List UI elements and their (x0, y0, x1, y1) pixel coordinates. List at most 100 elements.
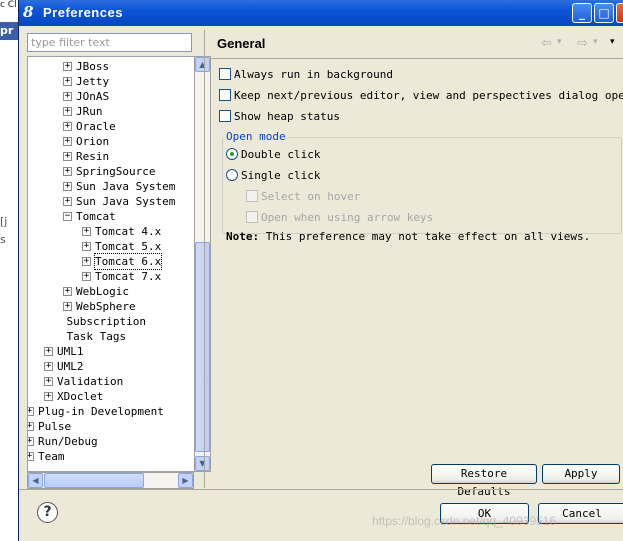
show-heap-status-checkbox[interactable] (219, 110, 231, 122)
scroll-right-button[interactable]: ▶ (178, 473, 193, 488)
tree-item[interactable]: + Run/Debug (28, 434, 194, 449)
chevron-down-icon[interactable]: ▾ (593, 37, 598, 47)
tree-item-label: Tomcat 6.x (93, 253, 163, 270)
tree-item[interactable]: + XDoclet (28, 389, 194, 404)
radio-selected-dot (230, 152, 234, 156)
tree-item[interactable]: + UML1 (28, 344, 194, 359)
expand-icon[interactable]: + (28, 452, 34, 461)
tree-item[interactable]: + UML2 (28, 359, 194, 374)
collapse-icon[interactable]: − (63, 212, 72, 221)
tree-item-label: WebSphere (76, 300, 136, 313)
close-button[interactable] (616, 3, 623, 23)
tree-item-label: JRun (76, 105, 103, 118)
tree-item[interactable]: + WebSphere (28, 299, 194, 314)
expand-icon[interactable]: + (82, 272, 91, 281)
expand-icon[interactable]: + (63, 107, 72, 116)
tree-item[interactable]: Subscription (28, 314, 194, 329)
expand-icon[interactable]: + (63, 62, 72, 71)
expand-icon[interactable]: + (63, 122, 72, 131)
tree-vertical-scrollbar[interactable]: ▲ ▼ (194, 56, 211, 472)
keep-dialog-open-checkbox[interactable] (219, 89, 231, 101)
single-click-radio[interactable] (226, 169, 238, 181)
expand-icon[interactable]: + (63, 77, 72, 86)
tree-item[interactable]: + Plug-in Development (28, 404, 194, 419)
scroll-up-button[interactable]: ▲ (195, 57, 210, 72)
expand-icon[interactable]: + (63, 137, 72, 146)
view-menu-icon[interactable]: ▾ (610, 37, 615, 47)
tree-item[interactable]: + JBoss (28, 59, 194, 74)
scroll-down-button[interactable]: ▼ (195, 456, 210, 471)
scroll-thumb[interactable] (195, 242, 210, 452)
expand-icon[interactable]: + (63, 302, 72, 311)
tree-item-label: UML2 (57, 360, 84, 373)
expand-icon[interactable]: + (63, 167, 72, 176)
open-arrow-keys-label: Open when using arrow keys (261, 211, 434, 224)
scroll-left-button[interactable]: ◀ (28, 473, 43, 488)
apply-button[interactable]: Apply (542, 464, 620, 484)
expand-icon[interactable]: + (28, 407, 34, 416)
tree-item[interactable]: Task Tags (28, 329, 194, 344)
tree-item[interactable]: + Sun Java System (28, 194, 194, 209)
tree-item-label: SpringSource (76, 165, 156, 178)
maximize-button[interactable]: □ (594, 3, 614, 23)
tree-item[interactable]: + Jetty (28, 74, 194, 89)
expand-icon[interactable]: + (63, 152, 72, 161)
expand-icon[interactable]: + (82, 227, 91, 236)
tree-item[interactable]: + Resin (28, 149, 194, 164)
expand-icon[interactable]: + (44, 377, 53, 386)
tree-item[interactable]: + JRun (28, 104, 194, 119)
always-run-background-checkbox[interactable] (219, 68, 231, 80)
tree-item[interactable]: + SpringSource (28, 164, 194, 179)
background-text: [j (0, 215, 8, 228)
tree-item[interactable]: + Validation (28, 374, 194, 389)
tree-item[interactable]: + JOnAS (28, 89, 194, 104)
filter-input[interactable]: type filter text (27, 33, 192, 52)
open-arrow-keys-checkbox[interactable] (246, 211, 258, 223)
expand-icon[interactable]: + (63, 92, 72, 101)
expand-icon[interactable]: + (44, 347, 53, 356)
tree-item[interactable]: + Tomcat 6.x (28, 253, 194, 270)
footer-divider (19, 489, 623, 490)
minimize-button[interactable]: _ (572, 3, 592, 23)
tree-item[interactable]: − Tomcat (28, 209, 194, 224)
expand-icon[interactable]: + (44, 362, 53, 371)
expand-icon[interactable]: + (63, 182, 72, 191)
tree-item-label: JOnAS (76, 90, 110, 103)
tree-horizontal-scrollbar[interactable]: ◀ ▶ (27, 472, 194, 489)
select-on-hover-checkbox[interactable] (246, 190, 258, 202)
double-click-radio[interactable] (226, 148, 238, 160)
single-click-label: Single click (241, 169, 321, 182)
tree-item[interactable]: + Tomcat 4.x (28, 224, 194, 239)
chevron-down-icon[interactable]: ▾ (557, 37, 562, 47)
tree-item-label: UML1 (57, 345, 84, 358)
expand-icon[interactable]: + (82, 257, 91, 266)
help-icon[interactable]: ? (37, 502, 58, 523)
tree-item-label: Sun Java System (76, 195, 176, 208)
tree-item[interactable]: + Tomcat 5.x (28, 239, 194, 254)
expand-icon[interactable]: + (82, 242, 91, 251)
back-icon[interactable]: ⇦ (541, 36, 552, 51)
tree-item[interactable]: + Oracle (28, 119, 194, 134)
tree-item[interactable]: + Team (28, 449, 194, 464)
tree-item[interactable]: + Sun Java System (28, 179, 194, 194)
preferences-dialog: 8 Preferences _ □ type filter text + JBos… (18, 0, 623, 541)
preferences-tree[interactable]: + JBoss + Jetty + JOnAS + JRun + Oracle + Orion + Res… (27, 56, 194, 472)
tree-item[interactable]: + Pulse (28, 419, 194, 434)
title-bar[interactable]: 8 Preferences _ □ (19, 0, 623, 26)
tree-item[interactable]: + Orion (28, 134, 194, 149)
select-on-hover-label: Select on hover (261, 190, 361, 203)
scroll-thumb[interactable] (44, 473, 144, 488)
forward-icon[interactable]: ⇨ (577, 36, 588, 51)
tree-item-label: Resin (76, 150, 110, 163)
expand-icon[interactable]: + (28, 437, 34, 446)
restore-defaults-button[interactable]: Restore Defaults (431, 464, 537, 498)
expand-icon[interactable]: + (63, 197, 72, 206)
tree-item-label: Run/Debug (38, 435, 98, 448)
tree-item[interactable]: + WebLogic (28, 284, 194, 299)
pane-divider[interactable] (204, 30, 205, 488)
expand-icon[interactable]: + (28, 422, 34, 431)
tree-item-label: Tomcat (76, 210, 116, 223)
tree-item[interactable]: + Tomcat 7.x (28, 269, 194, 284)
expand-icon[interactable]: + (44, 392, 53, 401)
expand-icon[interactable]: + (63, 287, 72, 296)
